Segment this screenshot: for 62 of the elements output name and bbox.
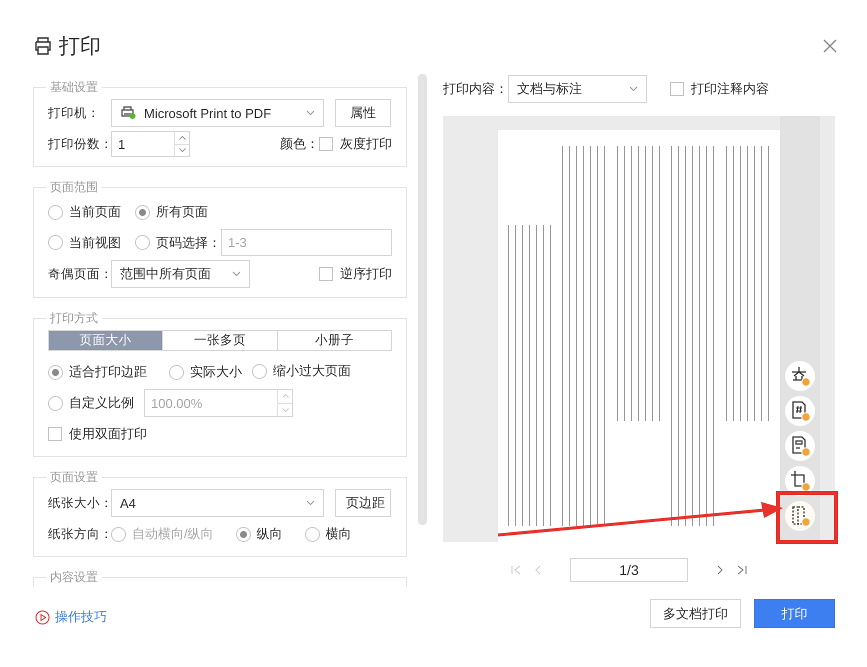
radio-button[interactable]: 适合打印边距: [48, 363, 147, 381]
page-indicator: 1/3: [570, 558, 688, 582]
radio-button[interactable]: 当前视图: [48, 234, 121, 252]
checkbox[interactable]: 灰度打印: [319, 135, 392, 153]
chevron-down-icon: [282, 408, 288, 412]
field-label: 纸张方向：: [48, 526, 111, 542]
section-legend: 内容设置: [46, 569, 102, 586]
tool-button[interactable]: [785, 361, 815, 391]
multi-document-print-button[interactable]: 多文档打印: [650, 599, 741, 628]
field-label: 打印份数：: [48, 136, 111, 152]
window-title: 打印: [59, 34, 101, 60]
field-label: 颜色：: [280, 135, 319, 153]
chevron-up-icon: [282, 394, 288, 398]
copies-spin-box[interactable]: 1: [111, 131, 190, 157]
section-legend: 页面范围: [46, 179, 102, 196]
caret-icon: [306, 500, 315, 506]
print-content-dropdown[interactable]: 文档与标注: [508, 75, 647, 103]
crop-tool-icon: [788, 469, 812, 493]
field-label: 打印机：: [48, 104, 101, 122]
print-button[interactable]: 打印: [754, 599, 835, 628]
scrollbar[interactable]: [418, 74, 427, 525]
close-button[interactable]: [823, 39, 837, 53]
radio-button[interactable]: 缩小过大页面: [252, 362, 351, 380]
radio-button[interactable]: 当前页面: [48, 203, 121, 221]
field-label: 奇偶页面：: [48, 266, 111, 282]
last-button[interactable]: [736, 564, 748, 576]
paper-size-dropdown[interactable]: A4: [111, 489, 324, 517]
caret-icon: [232, 271, 241, 277]
printer-icon: [120, 106, 136, 120]
close-icon: [823, 39, 837, 53]
radio-button[interactable]: 自定义比例: [48, 394, 134, 412]
section-legend: 基础设置: [46, 79, 102, 96]
tool-button[interactable]: [785, 396, 815, 426]
field-label: 打印内容：: [443, 80, 508, 98]
radio-button[interactable]: 所有页面: [135, 203, 208, 221]
tool-button[interactable]: [785, 501, 815, 531]
play-icon: [35, 610, 50, 624]
tips-link[interactable]: 操作技巧: [55, 608, 107, 626]
copies-input[interactable]: 1: [112, 132, 174, 156]
checkbox[interactable]: 逆序打印: [319, 265, 392, 283]
caret-icon: [629, 86, 638, 92]
odd-even-dropdown[interactable]: 范围中所有页面: [111, 260, 250, 288]
last-icon: [736, 564, 748, 576]
radio-button[interactable]: 纵向: [236, 525, 283, 543]
radio-button[interactable]: 实际大小: [169, 363, 242, 381]
field-label: 纸张大小：: [48, 494, 111, 512]
margins-button[interactable]: 页边距: [335, 489, 391, 517]
caret-icon: [306, 110, 315, 116]
chevron-down-icon: [178, 148, 186, 152]
page-numbers-field[interactable]: 1-3: [221, 229, 392, 256]
checkbox[interactable]: 打印注释内容: [670, 80, 769, 98]
radio-button[interactable]: 横向: [304, 525, 352, 543]
first-icon: [510, 564, 522, 576]
section-legend: 页面设置: [46, 469, 102, 486]
properties-button[interactable]: 属性: [335, 99, 391, 127]
chevron-up-icon: [178, 136, 186, 140]
printer-dropdown[interactable]: Microsoft Print to PDF: [111, 99, 324, 127]
section-legend: 打印方式: [46, 310, 102, 327]
printer-icon: [33, 36, 53, 56]
checkbox[interactable]: 使用双面打印: [48, 425, 147, 443]
radio-button[interactable]: 页码选择：: [135, 234, 221, 252]
tool-button[interactable]: [785, 431, 815, 461]
